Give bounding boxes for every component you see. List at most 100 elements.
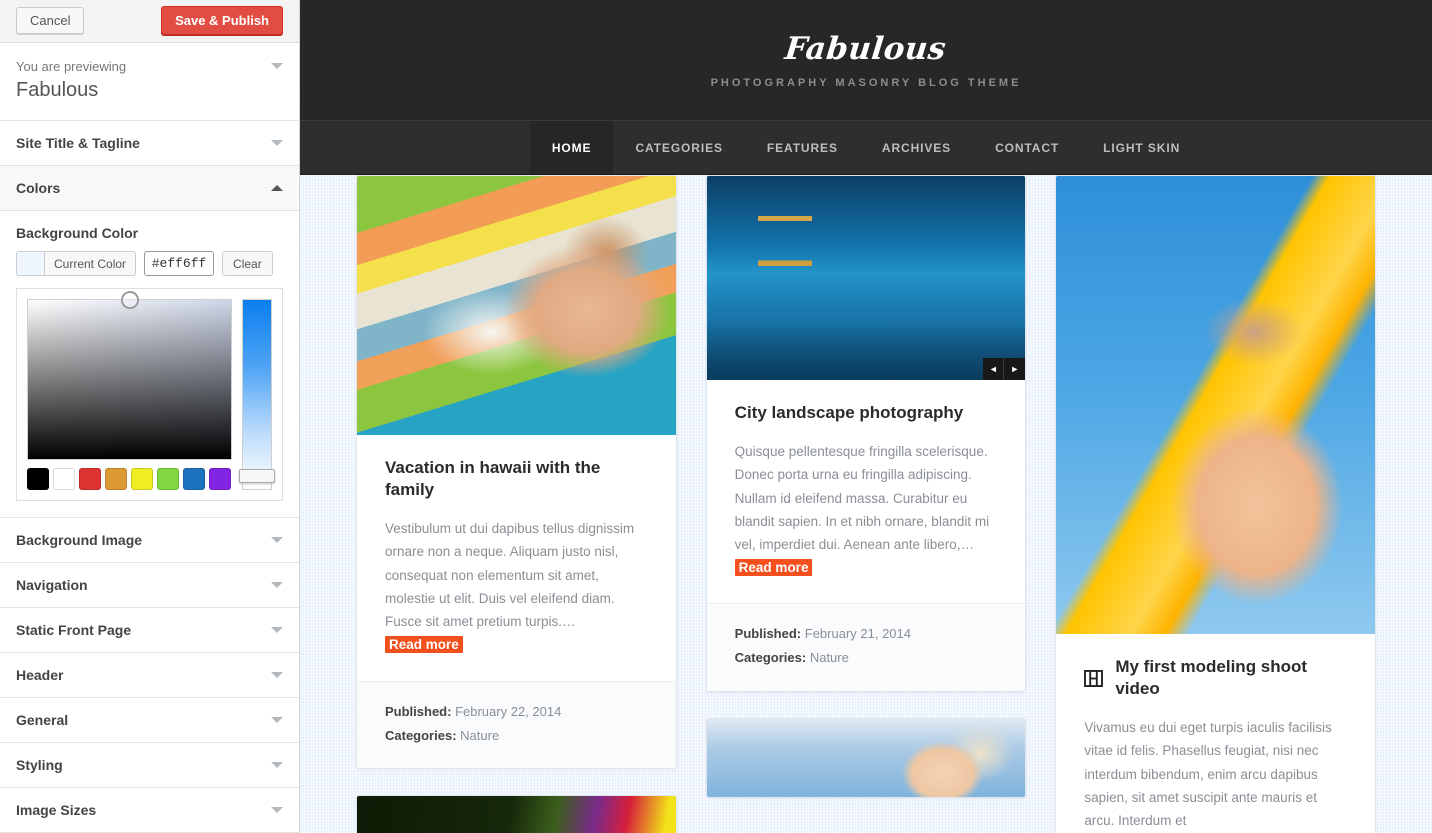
post-excerpt-text: Quisque pellentesque fringilla scelerisq… xyxy=(734,444,990,552)
photo-eiffel-tower xyxy=(706,176,1026,381)
hue-slider[interactable] xyxy=(239,299,275,490)
post-card-city-landscape[interactable]: ◄ ► City landscape photography Quisque p… xyxy=(705,175,1027,692)
post-categories-row: Categories: Nature xyxy=(385,724,648,748)
photo-colorful-dark xyxy=(357,795,676,833)
categories-value[interactable]: Nature xyxy=(810,650,849,665)
sidebar-section-colors[interactable]: Colors xyxy=(0,166,299,211)
post-meta: Published: February 21, 2014 Categories:… xyxy=(706,603,1026,691)
sidebar-section-image-sizes[interactable]: Image Sizes xyxy=(0,788,299,833)
nav-item-light-skin[interactable]: LIGHT SKIN xyxy=(1081,121,1202,174)
post-meta: Published: February 22, 2014 Categories:… xyxy=(357,680,676,768)
section-label: Static Front Page xyxy=(16,622,132,638)
post-column-3: My first modeling shoot video Vivamus eu… xyxy=(1055,175,1377,833)
post-excerpt: Quisque pellentesque fringilla scelerisq… xyxy=(734,440,998,579)
save-and-publish-button[interactable]: Save & Publish xyxy=(161,6,283,36)
color-swatch[interactable] xyxy=(27,468,49,490)
slider-next-button[interactable]: ► xyxy=(1004,358,1025,380)
previewing-theme-panel[interactable]: You are previewing Fabulous xyxy=(0,42,299,121)
saturation-value-column xyxy=(27,291,232,490)
chevron-down-icon xyxy=(271,140,283,146)
hue-slider-handle[interactable] xyxy=(239,469,275,483)
chevron-down-icon xyxy=(271,582,283,588)
categories-value[interactable]: Nature xyxy=(460,728,499,743)
nav-item-contact[interactable]: CONTACT xyxy=(973,121,1081,174)
post-title-text: City landscape photography xyxy=(734,403,964,422)
current-color-swatch xyxy=(17,252,45,275)
video-film-icon xyxy=(1084,669,1104,687)
saturation-value-area[interactable] xyxy=(27,291,232,460)
published-date: February 22, 2014 xyxy=(455,703,562,719)
section-label: Colors xyxy=(16,180,61,196)
color-swatch[interactable] xyxy=(183,468,205,490)
chevron-up-icon xyxy=(271,185,283,191)
post-title[interactable]: City landscape photography xyxy=(735,402,998,424)
section-label: Header xyxy=(16,667,64,683)
post-title[interactable]: My first modeling shoot video xyxy=(1084,656,1347,700)
previewing-label: You are previewing xyxy=(16,58,127,74)
nav-item-archives[interactable]: ARCHIVES xyxy=(860,121,973,174)
post-thumbnail[interactable] xyxy=(706,718,1026,797)
section-label: Background Image xyxy=(16,532,143,548)
customizer-action-bar: Cancel Save & Publish xyxy=(0,0,299,43)
site-logo[interactable]: Fabulous xyxy=(784,31,949,67)
post-published-row: Published: February 22, 2014 xyxy=(385,700,648,724)
published-label: Published: xyxy=(734,626,802,642)
post-thumbnail[interactable] xyxy=(1056,176,1376,634)
sidebar-section-general[interactable]: General xyxy=(0,698,299,743)
section-label: Site Title & Tagline xyxy=(16,135,140,151)
sidebar-section-styling[interactable]: Styling xyxy=(0,743,299,788)
chevron-down-icon xyxy=(271,672,283,678)
post-thumbnail[interactable] xyxy=(357,795,676,833)
post-title-text: My first modeling shoot video xyxy=(1115,657,1308,699)
color-picker-panel xyxy=(16,288,283,501)
post-excerpt-text: Vestibulum ut dui dapibus tellus digniss… xyxy=(385,521,635,630)
hex-color-input[interactable] xyxy=(144,251,215,276)
sidebar-section-static-front-page[interactable]: Static Front Page xyxy=(0,608,299,653)
section-label: Styling xyxy=(16,757,63,773)
site-header: Fabulous PHOTOGRAPHY MASONRY BLOG THEME xyxy=(300,0,1432,120)
post-thumbnail[interactable] xyxy=(357,176,676,435)
color-swatch[interactable] xyxy=(53,468,75,490)
previewing-theme-name: Fabulous xyxy=(16,79,99,101)
chevron-down-icon xyxy=(271,807,283,813)
chevron-down-icon xyxy=(271,62,283,69)
post-published-row: Published: February 21, 2014 xyxy=(735,622,998,646)
photo-woman-with-yellow-scarf xyxy=(1056,176,1376,634)
post-grid: Vacation in hawaii with the family Vesti… xyxy=(300,175,1432,833)
slider-prev-button[interactable]: ◄ xyxy=(983,358,1005,380)
sidebar-section-header[interactable]: Header xyxy=(0,653,299,698)
site-navigation: HOME CATEGORIES FEATURES ARCHIVES CONTAC… xyxy=(300,120,1432,175)
color-swatch[interactable] xyxy=(131,468,153,490)
clear-color-button[interactable]: Clear xyxy=(222,251,273,276)
site-tagline: PHOTOGRAPHY MASONRY BLOG THEME xyxy=(710,77,1022,89)
read-more-link[interactable]: Read more xyxy=(734,559,813,577)
color-swatch[interactable] xyxy=(209,468,231,490)
read-more-link[interactable]: Read more xyxy=(385,636,463,654)
chevron-down-icon xyxy=(271,537,283,543)
color-swatch[interactable] xyxy=(105,468,127,490)
post-excerpt: Vestibulum ut dui dapibus tellus digniss… xyxy=(385,517,648,656)
chevron-down-icon xyxy=(271,762,283,768)
color-swatch[interactable] xyxy=(157,468,179,490)
current-color-button[interactable]: Current Color xyxy=(16,251,137,276)
post-body: Vacation in hawaii with the family Vesti… xyxy=(357,435,676,681)
categories-label: Categories: xyxy=(385,727,457,743)
nav-item-home[interactable]: HOME xyxy=(529,121,614,174)
sidebar-section-site-title-tagline[interactable]: Site Title & Tagline xyxy=(0,121,299,166)
nav-item-features[interactable]: FEATURES xyxy=(745,121,860,174)
post-card-partial-bottom-left[interactable] xyxy=(356,794,677,833)
sidebar-section-navigation[interactable]: Navigation xyxy=(0,563,299,608)
post-card-partial-bottom-middle[interactable] xyxy=(705,717,1027,798)
post-slider-thumbnail[interactable]: ◄ ► xyxy=(706,176,1026,381)
nav-item-categories[interactable]: CATEGORIES xyxy=(613,121,744,174)
saturation-value-handle[interactable] xyxy=(120,291,139,309)
color-swatch[interactable] xyxy=(79,468,101,490)
post-title[interactable]: Vacation in hawaii with the family xyxy=(385,457,648,501)
photo-woman-at-pool xyxy=(706,718,1026,797)
post-card-vacation-hawaii[interactable]: Vacation in hawaii with the family Vesti… xyxy=(356,175,677,769)
cancel-button[interactable]: Cancel xyxy=(16,7,85,35)
sidebar-section-background-image[interactable]: Background Image xyxy=(0,518,299,563)
post-card-modeling-shoot-video[interactable]: My first modeling shoot video Vivamus eu… xyxy=(1055,175,1377,833)
chevron-down-icon xyxy=(271,627,283,633)
post-excerpt: Vivamus eu dui eget turpis iaculis facil… xyxy=(1084,716,1347,832)
